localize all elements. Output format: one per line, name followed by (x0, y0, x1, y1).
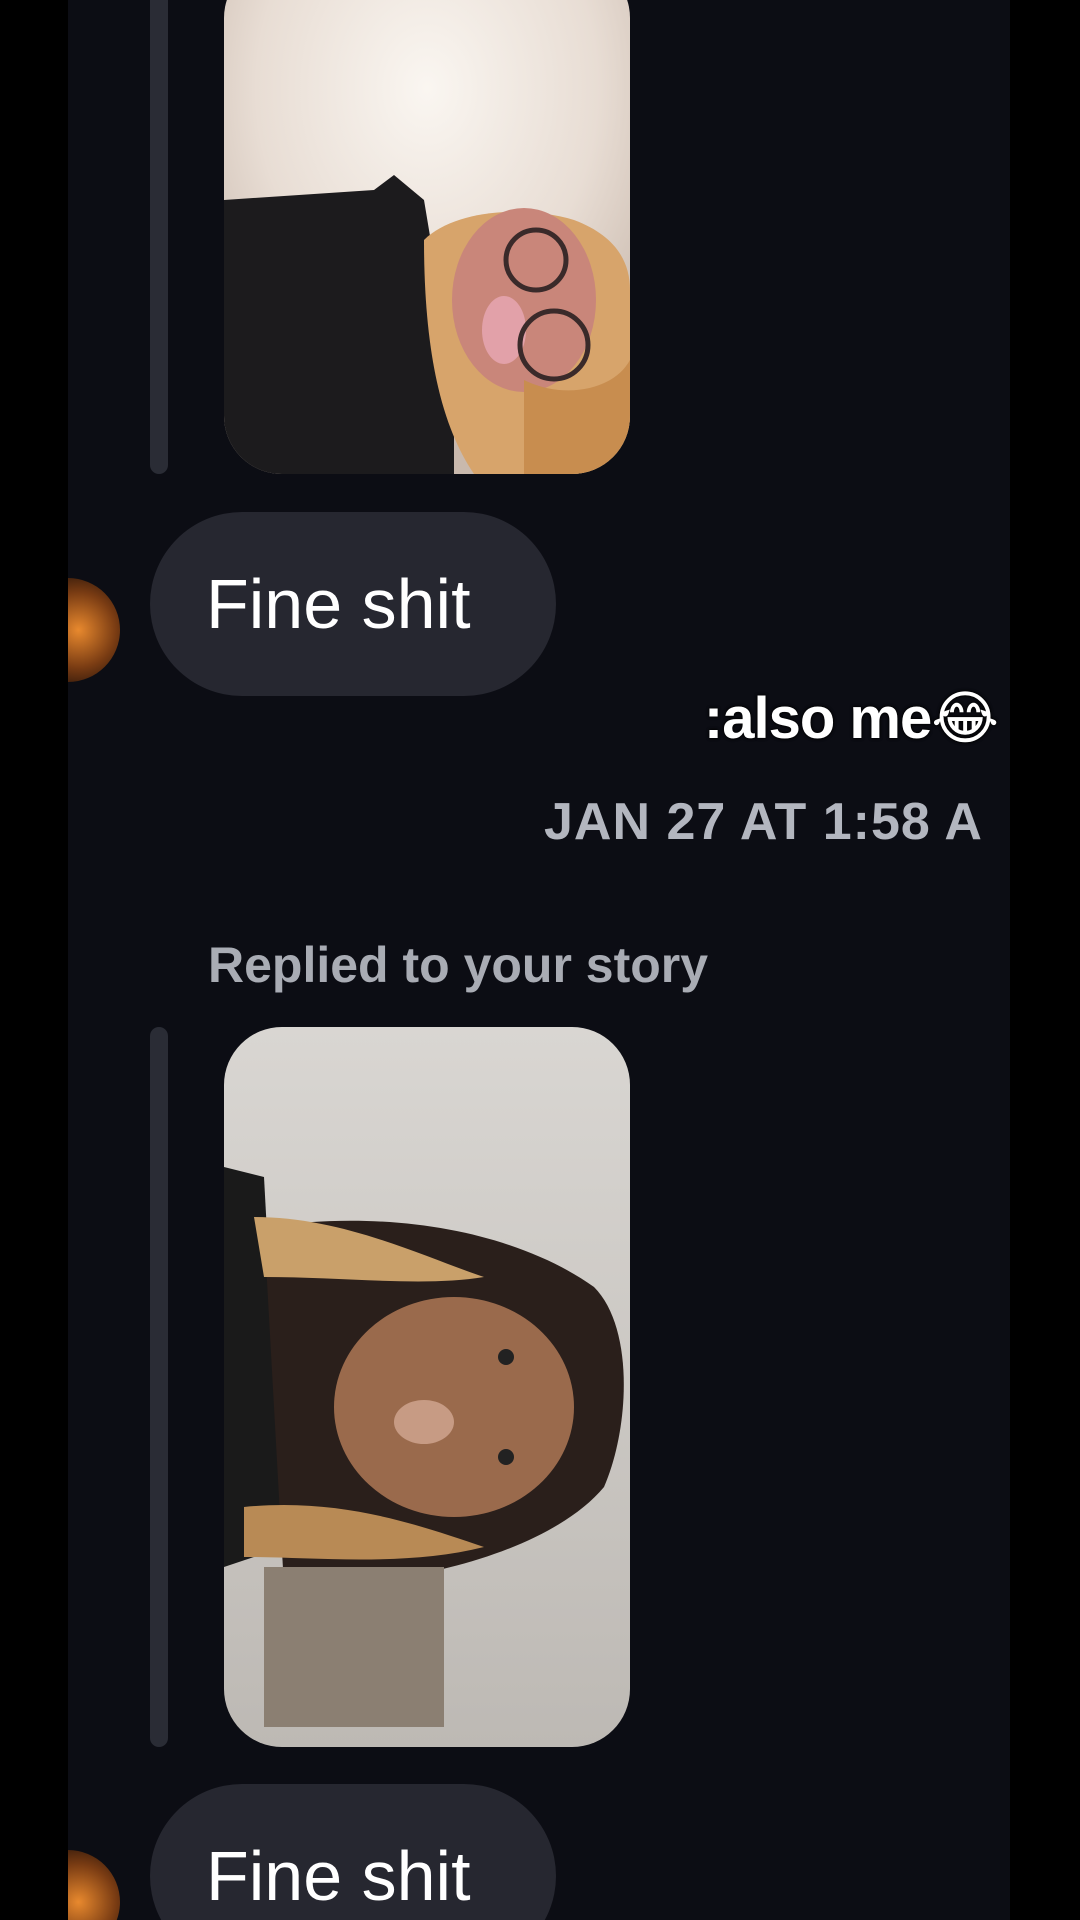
message-timestamp: JAN 27 AT 1:58 A (544, 793, 983, 851)
message-bubble[interactable]: Fine shit (150, 1784, 556, 1920)
story-thumbnail[interactable] (224, 1027, 630, 1747)
avatar-photo-icon (68, 1850, 120, 1920)
sender-avatar[interactable] (68, 578, 120, 682)
story-photo-icon (224, 0, 630, 474)
overlay-caption: :also me😂 (703, 686, 999, 751)
avatar-photo-icon (68, 578, 120, 682)
story-photo-icon (224, 1027, 630, 1747)
reply-indicator-bar (150, 1027, 168, 1747)
message-text: Fine shit (206, 565, 471, 643)
replied-to-story-label: Replied to your story (208, 937, 709, 993)
chat-thread: Fine shit :also me😂 JAN 27 AT 1:58 A Rep… (68, 0, 1010, 1920)
message-bubble[interactable]: Fine shit (150, 512, 556, 696)
sender-avatar[interactable] (68, 1850, 120, 1920)
story-thumbnail[interactable] (224, 0, 630, 474)
message-text: Fine shit (206, 1837, 471, 1915)
reply-indicator-bar (150, 0, 168, 474)
